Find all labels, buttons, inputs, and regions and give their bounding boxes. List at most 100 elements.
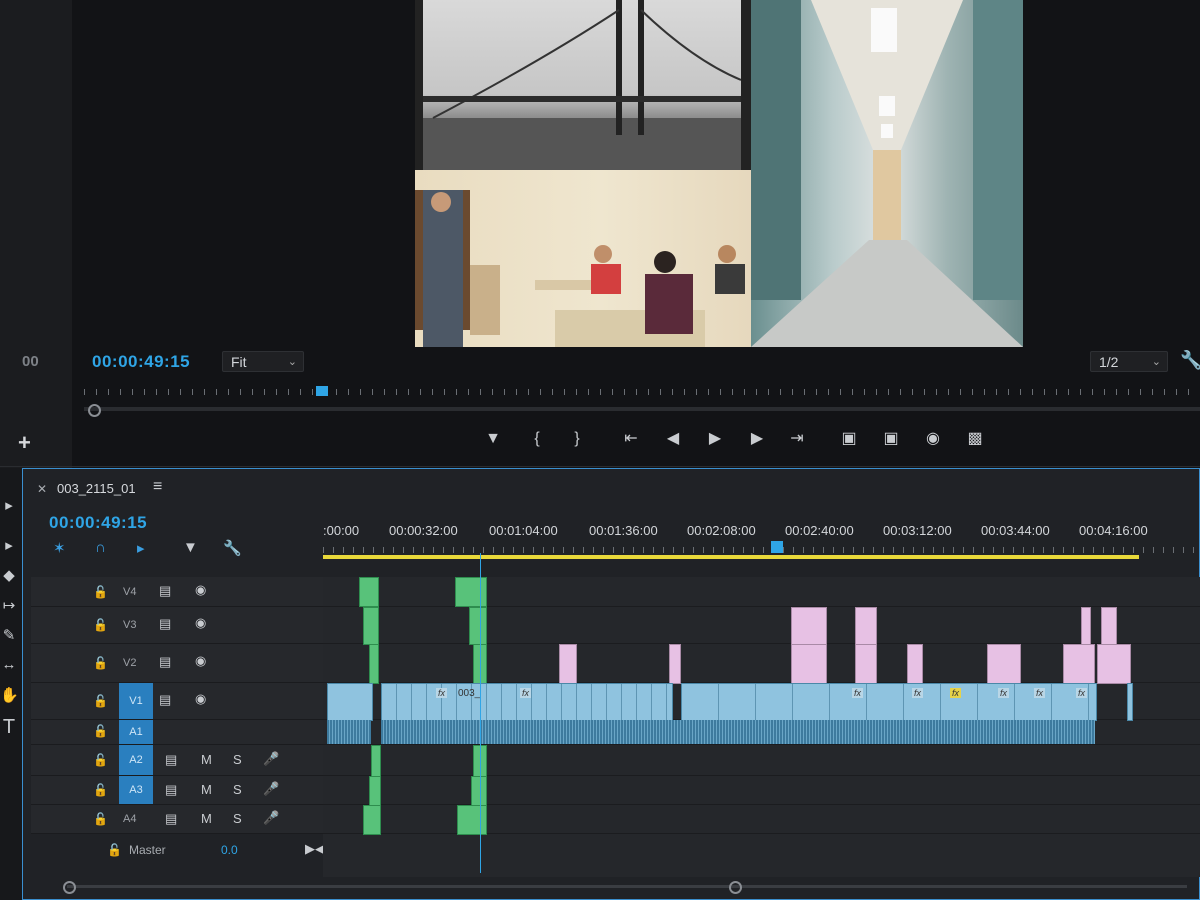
title-clip[interactable]	[1101, 607, 1117, 645]
track-header-v2[interactable]: 🔓 V2 ▤ ◉	[31, 644, 323, 683]
timeline-ruler[interactable]: :00:00 00:00:32:00 00:01:04:00 00:01:36:…	[323, 517, 1200, 559]
lock-icon[interactable]: 🔓	[93, 812, 108, 826]
nest-sequence-icon[interactable]: ✶	[53, 539, 66, 557]
settings-wrench-icon[interactable]: 🔧	[1180, 350, 1200, 371]
video-clip[interactable]	[1127, 683, 1133, 721]
track-label[interactable]: V1	[119, 683, 153, 719]
timeline-timecode[interactable]: 00:00:49:15	[49, 513, 147, 533]
monitor-time-ruler[interactable]	[84, 385, 1200, 405]
track-header-a3[interactable]: 🔓 A3 ▤ M S 🎤	[31, 776, 323, 805]
title-clip[interactable]	[669, 644, 681, 684]
timeline-horizontal-scrollbar[interactable]	[59, 879, 1189, 894]
mute-button[interactable]: M	[201, 752, 212, 767]
lock-icon[interactable]: 🔓	[93, 753, 108, 767]
lock-icon[interactable]: 🔓	[107, 843, 122, 857]
sync-lock-icon[interactable]: ▤	[165, 811, 177, 827]
sequence-tab[interactable]: 003_2115_01	[57, 481, 136, 496]
title-clip[interactable]	[855, 607, 877, 645]
solo-button[interactable]: S	[233, 811, 242, 826]
lock-icon[interactable]: 🔓	[93, 585, 108, 599]
step-back-button[interactable]: ◀	[658, 426, 688, 452]
sync-lock-icon[interactable]: ▤	[165, 782, 177, 798]
title-clip[interactable]	[559, 644, 577, 684]
eye-icon[interactable]: ◉	[195, 691, 206, 707]
lock-icon[interactable]: 🔓	[93, 694, 108, 708]
lift-button[interactable]: ▣	[834, 426, 864, 452]
title-clip[interactable]	[1081, 607, 1091, 645]
microphone-icon[interactable]: 🎤	[263, 781, 279, 797]
sync-lock-icon[interactable]: ▤	[159, 583, 171, 599]
slip-tool-icon[interactable]: ↔	[0, 656, 18, 673]
lock-icon[interactable]: 🔓	[93, 656, 108, 670]
mark-in-button[interactable]: {	[522, 426, 552, 452]
lock-icon[interactable]: 🔓	[93, 618, 108, 632]
master-volume-value[interactable]: 0.0	[221, 843, 238, 857]
extract-button[interactable]: ▣	[876, 426, 906, 452]
scrollbar-handle[interactable]	[88, 404, 101, 417]
hand-tool-icon[interactable]: ✋	[0, 686, 19, 704]
timeline-tracks[interactable]: fx 003_ fx fx fx fx fx fx fx	[323, 577, 1200, 877]
lock-icon[interactable]: 🔓	[93, 724, 108, 738]
solo-button[interactable]: S	[233, 782, 242, 797]
track-header-v4[interactable]: 🔓 V4 ▤ ◉	[31, 577, 323, 607]
work-area-bar[interactable]	[323, 555, 1139, 559]
audio-meter-toggle-icon[interactable]: ▶◀	[305, 841, 325, 857]
add-marker-icon[interactable]: ▼	[183, 539, 198, 556]
microphone-icon[interactable]: 🎤	[263, 751, 279, 767]
ripple-edit-tool-icon[interactable]: ◆	[0, 566, 18, 584]
play-button[interactable]: ▶	[700, 426, 730, 452]
timeline-settings-wrench-icon[interactable]: 🔧	[223, 539, 242, 557]
eye-icon[interactable]: ◉	[195, 653, 206, 669]
sync-lock-icon[interactable]: ▤	[165, 752, 177, 768]
title-clip[interactable]	[1063, 644, 1095, 684]
solo-button[interactable]: S	[233, 752, 242, 767]
microphone-icon[interactable]: 🎤	[263, 810, 279, 826]
comparison-view-button[interactable]: ▩	[960, 426, 990, 452]
add-marker-button[interactable]: ▼	[478, 426, 508, 452]
video-clip[interactable]	[363, 607, 379, 645]
audio-clip[interactable]	[457, 805, 487, 835]
go-to-in-button[interactable]: ⇤	[616, 426, 646, 452]
timeline-playhead-line[interactable]	[480, 553, 481, 873]
track-label[interactable]: A3	[119, 776, 153, 804]
close-icon[interactable]: ✕	[37, 482, 47, 496]
title-clip[interactable]	[791, 607, 827, 645]
video-clip[interactable]: fx 003_ fx	[381, 683, 673, 721]
eye-icon[interactable]: ◉	[195, 615, 206, 631]
sync-lock-icon[interactable]: ▤	[159, 616, 171, 632]
master-track-header[interactable]: 🔓 Master 0.0 ▶◀	[31, 839, 325, 863]
track-header-a4[interactable]: 🔓 A4 ▤ M S 🎤	[31, 805, 323, 834]
panel-menu-icon[interactable]: ≡	[153, 478, 162, 496]
audio-clip[interactable]	[381, 720, 1095, 744]
type-tool-icon[interactable]: T	[0, 716, 18, 739]
lock-icon[interactable]: 🔓	[93, 783, 108, 797]
razor-tool-icon[interactable]: ✎	[0, 626, 18, 644]
audio-clip[interactable]	[363, 805, 381, 835]
track-label[interactable]: A1	[119, 720, 153, 744]
audio-clip[interactable]	[471, 776, 487, 806]
title-clip[interactable]	[855, 644, 877, 684]
track-header-v1[interactable]: 🔓 V1 ▤ ◉	[31, 683, 323, 720]
video-clip[interactable]	[327, 683, 373, 721]
title-clip[interactable]	[987, 644, 1021, 684]
video-clip[interactable]: fx fx fx fx fx fx	[681, 683, 1097, 721]
zoom-select[interactable]: Fit ⌄	[222, 351, 304, 372]
title-clip[interactable]	[791, 644, 827, 684]
rate-stretch-tool-icon[interactable]: ↦	[0, 596, 18, 614]
snap-magnet-icon[interactable]: ∩	[95, 539, 106, 556]
video-clip[interactable]	[469, 607, 487, 645]
track-label[interactable]: A2	[119, 745, 153, 775]
audio-clip[interactable]	[371, 745, 381, 777]
track-header-v3[interactable]: 🔓 V3 ▤ ◉	[31, 607, 323, 644]
title-clip[interactable]	[1097, 644, 1131, 684]
scrollbar-handle-end[interactable]	[729, 881, 742, 894]
playhead-timecode[interactable]: 00:00:49:15	[92, 352, 190, 372]
scrollbar-handle-start[interactable]	[63, 881, 76, 894]
mark-out-button[interactable]: }	[562, 426, 592, 452]
go-to-out-button[interactable]: ⇥	[782, 426, 812, 452]
video-clip[interactable]	[369, 644, 379, 684]
add-button[interactable]: +	[18, 430, 31, 456]
video-clip[interactable]	[359, 577, 379, 607]
mute-button[interactable]: M	[201, 782, 212, 797]
eye-icon[interactable]: ◉	[195, 582, 206, 598]
